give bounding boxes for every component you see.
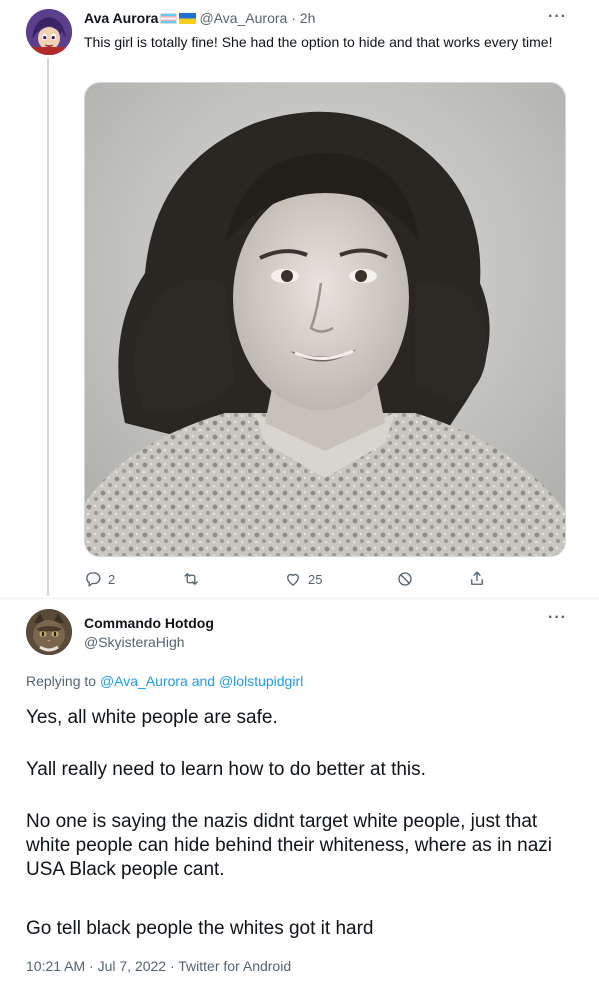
dot-separator: ·	[291, 10, 296, 26]
thread-connector-line	[47, 58, 49, 596]
reply-more-options-icon[interactable]: ···	[548, 609, 567, 627]
portrait-photo-image	[85, 83, 565, 556]
retweet-action[interactable]	[182, 569, 206, 589]
avatar-ava-aurora[interactable]	[26, 9, 72, 55]
tweet-actions: 2 25	[84, 569, 504, 589]
block-icon	[398, 572, 412, 586]
reply-action[interactable]: 2	[84, 569, 115, 589]
block-action[interactable]	[396, 569, 414, 589]
reply-icon	[86, 572, 101, 588]
timestamp[interactable]: 2h	[300, 10, 316, 26]
tweet-photo[interactable]	[84, 82, 566, 557]
anime-avatar-icon	[26, 9, 72, 55]
like-count: 25	[308, 571, 323, 587]
reply-paragraph-4: Go tell black people the whites got it h…	[26, 918, 374, 939]
original-tweet[interactable]: Ava Aurora @Ava_Aurora · 2h ··· This girl…	[0, 0, 599, 600]
author-name[interactable]: Ava Aurora	[84, 10, 158, 26]
tweet-thread: Ava Aurora @Ava_Aurora · 2h ··· This girl…	[0, 0, 599, 987]
avatar-commando-hotdog[interactable]	[26, 609, 72, 655]
replying-to-line: Replying to @Ava_Aurora and @lolstupidgi…	[26, 673, 303, 689]
tweet-header: Ava Aurora @Ava_Aurora · 2h	[84, 10, 315, 27]
mention-lolstupidgirl[interactable]: @lolstupidgirl	[219, 673, 303, 689]
replying-prefix: Replying to	[26, 673, 97, 689]
share-action[interactable]	[468, 569, 486, 589]
reply-paragraph-1: Yes, all white people are safe.	[26, 707, 278, 728]
tweet-text: This girl is totally fine! She had the o…	[84, 34, 553, 50]
like-icon	[287, 573, 299, 586]
reply-paragraph-2: Yall really need to learn how to do bett…	[26, 759, 426, 780]
reply-paragraph-3: No one is saying the nazis didnt target …	[26, 811, 552, 880]
mention-ava-aurora[interactable]: @Ava_Aurora	[100, 673, 188, 689]
reply-author-name[interactable]: Commando Hotdog	[84, 615, 214, 631]
reply-author-handle[interactable]: @SkyisteraHigh	[84, 634, 185, 650]
mention-and[interactable]: and	[192, 673, 215, 689]
like-action[interactable]: 25	[284, 569, 322, 589]
cat-avatar-icon	[26, 609, 72, 655]
transgender-flag-icon	[160, 13, 178, 24]
retweet-icon	[184, 573, 198, 585]
reply-count: 2	[108, 571, 116, 587]
share-icon	[471, 571, 483, 585]
more-options-icon[interactable]: ···	[548, 8, 567, 26]
ukraine-flag-icon	[179, 13, 197, 24]
tweet-divider	[0, 598, 599, 599]
reply-timestamp-source[interactable]: 10:21 AM · Jul 7, 2022 · Twitter for And…	[26, 958, 291, 974]
author-handle[interactable]: @Ava_Aurora	[199, 10, 287, 26]
